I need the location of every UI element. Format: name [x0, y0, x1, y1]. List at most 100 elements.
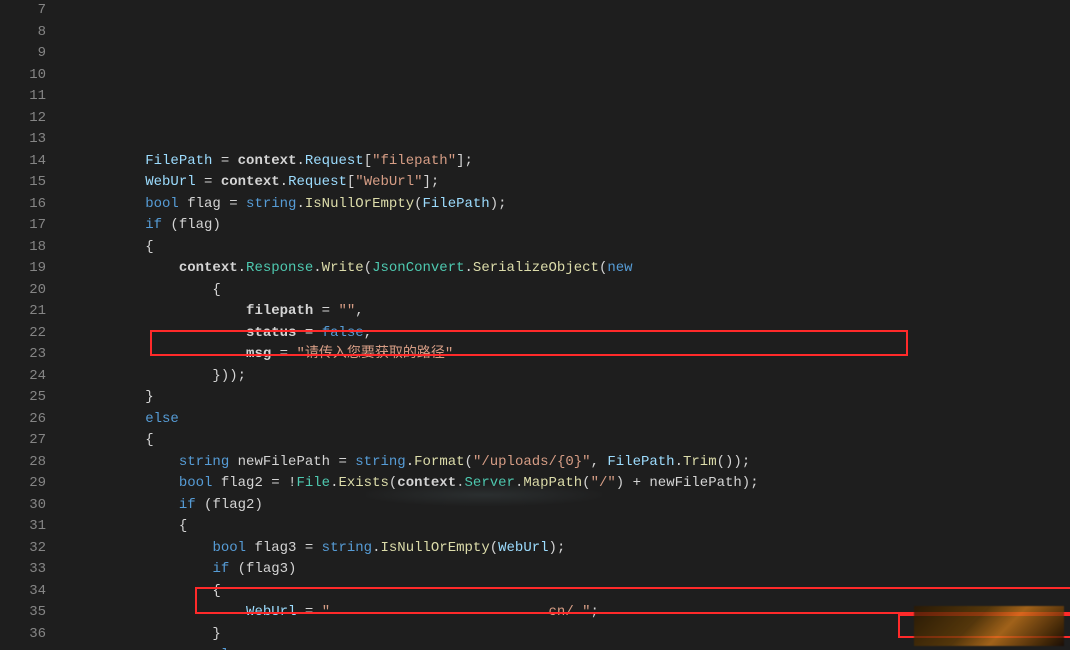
token-p: flag3 =: [246, 540, 322, 556]
code-editor[interactable]: 7891011121314151617181920212223242526272…: [0, 0, 1070, 650]
line-number: 17: [0, 215, 46, 237]
token-p: {: [145, 583, 221, 599]
token-p: .: [465, 260, 473, 276]
token-kw: if: [145, 217, 162, 233]
token-type: JsonConvert: [372, 260, 464, 276]
token-p: ,: [364, 325, 372, 341]
code-line[interactable]: {: [78, 430, 1070, 452]
token-str: [330, 604, 548, 620]
token-prop: FilePath: [145, 153, 212, 169]
token-p: (: [465, 454, 473, 470]
code-line[interactable]: {: [78, 516, 1070, 538]
token-kw: else: [145, 411, 179, 427]
code-line[interactable]: else: [78, 409, 1070, 431]
code-line[interactable]: context.Response.Write(JsonConvert.Seria…: [78, 258, 1070, 280]
code-line[interactable]: {: [78, 237, 1070, 259]
token-p: .: [406, 454, 414, 470]
line-number: 19: [0, 258, 46, 280]
token-const: false: [322, 325, 364, 341]
token-type: Response: [246, 260, 313, 276]
token-op: =: [296, 325, 321, 341]
code-line[interactable]: }: [78, 624, 1070, 646]
token-kw: string: [322, 540, 372, 556]
code-area[interactable]: FilePath = context.Request["filepath"]; …: [60, 0, 1070, 650]
line-number: 33: [0, 559, 46, 581]
token-prop: FilePath: [607, 454, 674, 470]
token-p: (: [364, 260, 372, 276]
token-p: (flag3): [229, 561, 296, 577]
code-line[interactable]: string newFilePath = string.Format("/upl…: [78, 452, 1070, 474]
token-mth: Exists: [338, 475, 388, 491]
line-number: 36: [0, 624, 46, 646]
code-line[interactable]: }: [78, 387, 1070, 409]
token-p: {: [145, 432, 153, 448]
code-line[interactable]: FilePath = context.Request["filepath"];: [78, 151, 1070, 173]
line-number: 7: [0, 0, 46, 22]
code-line[interactable]: if (flag): [78, 215, 1070, 237]
token-p: [145, 540, 212, 556]
token-mth: Format: [414, 454, 464, 470]
line-number: 32: [0, 538, 46, 560]
code-line[interactable]: bool flag3 = string.IsNullOrEmpty(WebUrl…: [78, 538, 1070, 560]
token-p: .: [313, 260, 321, 276]
token-kw: string: [179, 454, 229, 470]
token-str: "/": [591, 475, 616, 491]
token-bold: context: [238, 153, 297, 169]
token-kw: bool: [212, 540, 246, 556]
code-line[interactable]: filepath = "",: [78, 301, 1070, 323]
code-line[interactable]: WebUrl = context.Request["WebUrl"];: [78, 172, 1070, 194]
code-line[interactable]: if (flag3): [78, 559, 1070, 581]
token-kw: bool: [179, 475, 213, 491]
token-mth: Trim: [683, 454, 717, 470]
line-number: 27: [0, 430, 46, 452]
token-p: {: [145, 239, 153, 255]
line-number: 16: [0, 194, 46, 216]
line-number: 14: [0, 151, 46, 173]
token-p: );: [549, 540, 566, 556]
line-number: 8: [0, 22, 46, 44]
token-op: =: [196, 174, 221, 190]
code-line[interactable]: WebUrl = " cn/ ";: [78, 602, 1070, 624]
code-line[interactable]: {: [78, 581, 1070, 603]
line-number: 12: [0, 108, 46, 130]
token-p: }: [145, 626, 221, 642]
token-bold: context: [221, 174, 280, 190]
token-p: .: [238, 260, 246, 276]
code-line[interactable]: msg = "请传入您要获取的路径": [78, 344, 1070, 366]
token-prop: FilePath: [423, 196, 490, 212]
token-bold: context: [179, 260, 238, 276]
code-line[interactable]: }));: [78, 366, 1070, 388]
token-p: [145, 260, 179, 276]
token-p: .: [372, 540, 380, 556]
token-p: .: [296, 153, 304, 169]
token-p: (flag2): [196, 497, 263, 513]
token-mth: IsNullOrEmpty: [381, 540, 490, 556]
token-kw: new: [607, 260, 632, 276]
code-line[interactable]: if (flag2): [78, 495, 1070, 517]
code-line[interactable]: status = false,: [78, 323, 1070, 345]
token-p: [145, 475, 179, 491]
code-line[interactable]: else: [78, 645, 1070, 650]
token-p: );: [490, 196, 507, 212]
token-type: Server: [465, 475, 515, 491]
token-mth: IsNullOrEmpty: [305, 196, 414, 212]
line-number: 29: [0, 473, 46, 495]
code-line[interactable]: bool flag = string.IsNullOrEmpty(FilePat…: [78, 194, 1070, 216]
token-p: (: [582, 475, 590, 491]
token-p: .: [280, 174, 288, 190]
line-number: 25: [0, 387, 46, 409]
token-p: flag2 = !: [212, 475, 296, 491]
token-p: [145, 346, 246, 362]
code-line[interactable]: {: [78, 280, 1070, 302]
token-str: "/uploads/{0}": [473, 454, 591, 470]
code-line[interactable]: bool flag2 = !File.Exists(context.Server…: [78, 473, 1070, 495]
line-number: 15: [0, 172, 46, 194]
token-kw: string: [246, 196, 296, 212]
line-number: 18: [0, 237, 46, 259]
token-p: ());: [717, 454, 751, 470]
token-p: ;: [591, 604, 599, 620]
token-str: ": [322, 604, 330, 620]
token-p: [145, 303, 246, 319]
token-p: [145, 454, 179, 470]
line-number: 9: [0, 43, 46, 65]
